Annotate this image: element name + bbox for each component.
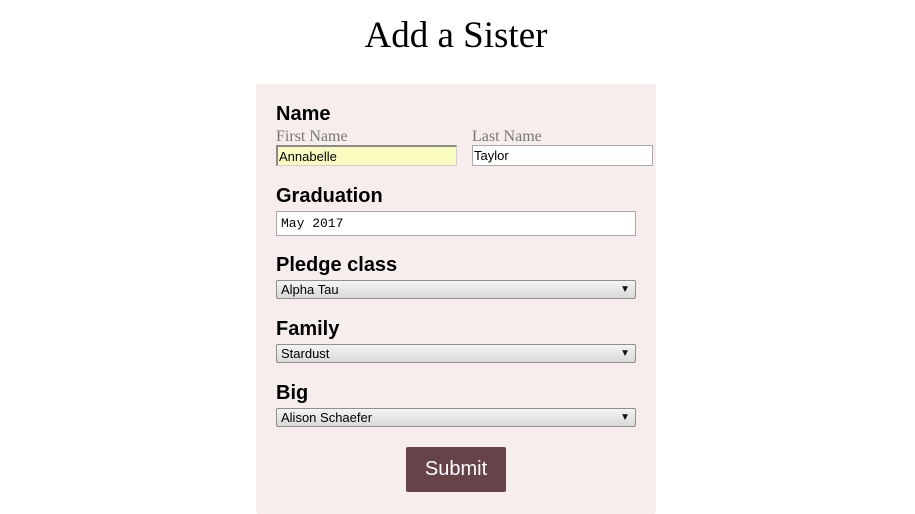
submit-button[interactable]: Submit — [406, 447, 506, 492]
first-name-input[interactable] — [276, 145, 457, 166]
caret-down-icon: ▼ — [620, 348, 630, 359]
pledge-class-section-label: Pledge class — [276, 254, 398, 276]
big-section-label: Big — [276, 382, 309, 404]
family-select[interactable]: Stardust ▼ — [276, 344, 636, 363]
big-selected-value: Alison Schaefer — [281, 410, 373, 425]
big-select[interactable]: Alison Schaefer ▼ — [276, 408, 636, 427]
page-title: Add a Sister — [364, 15, 548, 56]
caret-down-icon: ▼ — [620, 284, 630, 295]
last-name-input[interactable] — [472, 145, 653, 166]
first-name-label: First Name — [276, 128, 348, 145]
family-selected-value: Stardust — [281, 346, 330, 361]
graduation-input[interactable] — [276, 211, 636, 236]
last-name-label: Last Name — [472, 128, 542, 145]
pledge-class-select[interactable]: Alpha Tau ▼ — [276, 280, 636, 299]
caret-down-icon: ▼ — [620, 412, 630, 423]
pledge-class-selected-value: Alpha Tau — [281, 282, 339, 297]
family-section-label: Family — [276, 318, 340, 340]
add-sister-form: Name First Name Last Name Graduation Ple… — [256, 84, 656, 514]
graduation-section-label: Graduation — [276, 185, 383, 207]
name-section-label: Name — [276, 103, 331, 125]
